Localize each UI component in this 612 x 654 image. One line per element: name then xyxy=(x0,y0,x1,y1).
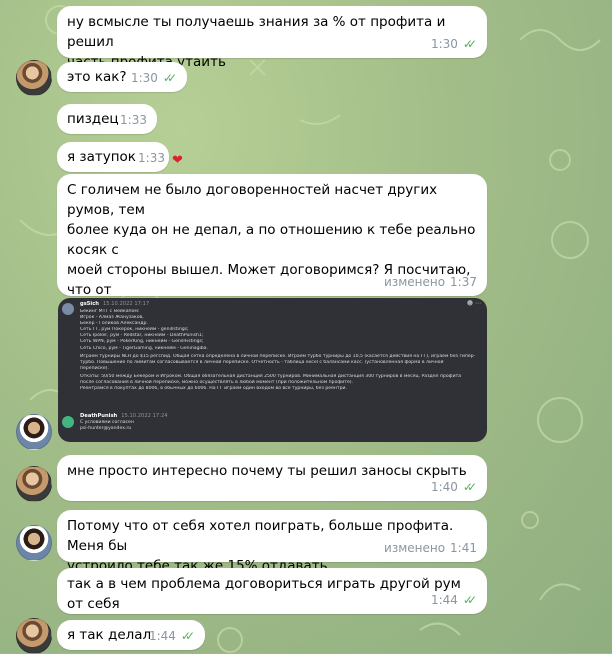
message-bubble[interactable]: так а в чем проблема договориться играть… xyxy=(57,568,487,614)
message-bubble[interactable]: ну всмысле ты получаешь знания за % от п… xyxy=(57,6,487,70)
message-bubble[interactable]: я так делал 1:44 ✓✓ xyxy=(57,620,205,650)
discord-message-actions-icon: ☻ ⋯ xyxy=(466,300,481,307)
message-time: 1:33 xyxy=(120,113,147,127)
discord-timestamp: 15.10.2022 17:24 xyxy=(121,413,168,419)
message-meta: 1:30 ✓✓ xyxy=(131,68,177,88)
message-meta: 1:33 xyxy=(120,110,147,130)
edited-label: изменено xyxy=(384,541,446,555)
read-checkmarks-icon: ✓✓ xyxy=(462,480,477,494)
discord-author-name: gs5ich xyxy=(80,301,99,307)
discord-author: DeathPunish 15.10.2022 17:24 xyxy=(80,413,168,419)
message-meta: 1:40 ✓✓ xyxy=(431,477,477,497)
discord-author: gs5ich 15.10.2022 17:17 xyxy=(80,301,149,307)
read-checkmarks-icon: ✓✓ xyxy=(462,37,477,51)
message-meta: 1:33 xyxy=(138,148,165,168)
discord-avatar xyxy=(62,303,74,315)
message-time: 1:44 xyxy=(148,629,176,643)
read-checkmarks-icon: ✓✓ xyxy=(162,71,177,85)
avatar[interactable] xyxy=(16,466,52,502)
message-bubble[interactable]: мне просто интересно почему ты решил зан… xyxy=(57,455,487,501)
message-meta: изменено 1:41 xyxy=(384,538,477,558)
message-meta: 1:44 ✓✓ xyxy=(149,626,195,646)
discord-text-line: переписке). xyxy=(80,365,109,371)
avatar[interactable] xyxy=(16,618,52,654)
message-text: мне просто интересно почему ты решил зан… xyxy=(67,463,467,479)
read-checkmarks-icon: ✓✓ xyxy=(180,629,195,643)
discord-author-name: DeathPunish xyxy=(80,413,118,419)
message-meta: 1:44 ✓✓ xyxy=(431,590,477,610)
read-checkmarks-icon: ✓✓ xyxy=(462,593,477,607)
discord-reply-line: psi-hunter@yandex.ru xyxy=(80,426,132,432)
message-meta: 1:30 ✓✓ xyxy=(431,34,477,54)
discord-avatar xyxy=(62,416,74,428)
message-time: 1:33 xyxy=(138,151,165,165)
message-bubble[interactable]: Потому что от себя хотел поиграть, больш… xyxy=(57,510,487,574)
avatar[interactable] xyxy=(16,525,52,561)
message-time: 1:40 xyxy=(430,480,458,494)
discord-message-text: Бекинг МТТ с мейкапом: Игрок - Алмаз Жану… xyxy=(80,309,482,392)
message-text: так а в чем проблема договориться играть… xyxy=(67,576,466,612)
discord-timestamp: 15.10.2022 17:17 xyxy=(102,301,150,307)
message-time: 1:30 xyxy=(430,37,458,51)
message-meta: изменено 1:37 xyxy=(384,272,477,292)
discord-screenshot-image[interactable]: gs5ich 15.10.2022 17:17 ☻ ⋯ Бекинг МТТ с … xyxy=(58,298,487,442)
avatar[interactable] xyxy=(16,414,52,450)
discord-text-line: Играем турниры NLH до $15 регспид. Общая… xyxy=(80,353,476,359)
message-time: 1:44 xyxy=(430,593,458,607)
message-time: 1:41 xyxy=(450,541,477,555)
discord-text-line: Сеть Chico, рум - TigerGaming, никнейм -… xyxy=(80,345,208,351)
discord-reply-text: С условиями согласен psi-hunter@yandex.r… xyxy=(80,420,134,432)
message-bubble[interactable]: это как? 1:30 ✓✓ xyxy=(57,62,187,92)
heart-reaction-icon[interactable]: ❤ xyxy=(172,153,183,168)
message-bubble[interactable]: я затупок 1:33 xyxy=(57,142,169,172)
message-bubble[interactable]: С голичем не было договоренностей насчет… xyxy=(57,174,487,398)
message-bubble[interactable]: пиздец 1:33 xyxy=(57,104,157,134)
discord-text-line: турбо. Повышение по лимитам согласовывае… xyxy=(80,359,444,365)
avatar[interactable] xyxy=(16,60,52,96)
discord-text-line: Реентрамся в покуптах до 8006, в обычных… xyxy=(80,386,347,392)
edited-label: изменено xyxy=(384,275,446,289)
message-time: 1:30 xyxy=(130,71,158,85)
message-time: 1:37 xyxy=(450,275,477,289)
